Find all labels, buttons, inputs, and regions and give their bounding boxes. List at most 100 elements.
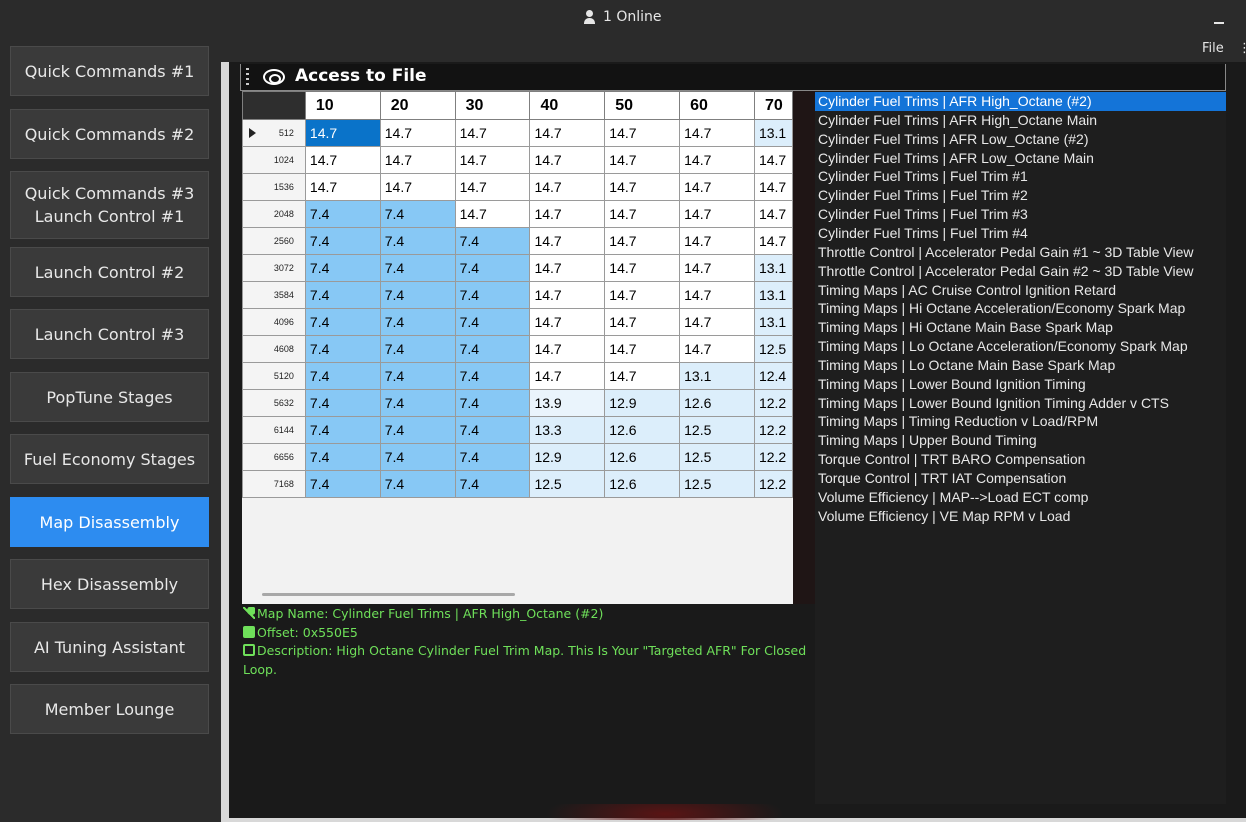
table-cell[interactable]: 14.7 (454, 173, 531, 201)
table-cell[interactable]: 12.5 (753, 335, 793, 363)
table-cell[interactable]: 12.4 (753, 362, 793, 390)
map-list-item[interactable]: Timing Maps | Lower Bound Ignition Timin… (815, 375, 1226, 394)
table-cell[interactable]: 14.7 (679, 173, 755, 201)
map-list-item[interactable]: Timing Maps | Hi Octane Main Base Spark … (815, 318, 1226, 337)
row-header[interactable]: 512 (242, 119, 306, 147)
table-cell[interactable]: 14.7 (529, 173, 606, 201)
table-cell[interactable]: 7.4 (454, 254, 531, 282)
table-cell[interactable]: 12.6 (604, 470, 681, 498)
drag-grip-icon[interactable] (246, 68, 249, 86)
table-cell[interactable]: 14.7 (529, 254, 606, 282)
table-cell[interactable]: 13.3 (529, 416, 606, 444)
table-cell[interactable]: 14.7 (679, 119, 755, 147)
table-cell[interactable]: 14.7 (529, 308, 606, 336)
table-cell[interactable]: 7.4 (454, 443, 531, 471)
horizontal-scrollbar[interactable] (242, 588, 793, 604)
map-list-item[interactable]: Timing Maps | Lower Bound Ignition Timin… (815, 394, 1226, 413)
map-list-item[interactable]: Torque Control | TRT IAT Compensation (815, 469, 1226, 488)
nav-map-disassembly[interactable]: Map Disassembly (10, 497, 209, 547)
table-cell[interactable]: 7.4 (304, 362, 381, 390)
table-cell[interactable]: 14.7 (604, 362, 681, 390)
table-cell[interactable]: 7.4 (304, 308, 381, 336)
table-cell[interactable]: 7.4 (379, 443, 456, 471)
map-list-item[interactable]: Timing Maps | Lo Octane Acceleration/Eco… (815, 337, 1226, 356)
row-header[interactable]: 6656 (242, 443, 306, 471)
map-table-area[interactable]: 10 20 30 40 50 60 70 512 14.7 14.7 14.7 14.7 14.7 14.… (242, 91, 793, 604)
row-header[interactable]: 4608 (242, 335, 306, 363)
table-cell[interactable]: 14.7 (529, 119, 606, 147)
table-cell[interactable]: 14.7 (379, 146, 456, 174)
table-row[interactable]: 6144 7.4 7.4 7.4 13.3 12.6 12.5 12.2 (242, 416, 793, 444)
row-header[interactable]: 1024 (242, 146, 306, 174)
table-cell[interactable]: 12.6 (604, 416, 681, 444)
table-cell[interactable]: 13.1 (679, 362, 755, 390)
splitter[interactable] (793, 91, 815, 604)
map-list-item[interactable]: Timing Maps | AC Cruise Control Ignition… (815, 281, 1226, 300)
table-cell[interactable]: 7.4 (454, 227, 531, 255)
table-cell[interactable]: 13.9 (529, 389, 606, 417)
table-cell[interactable]: 14.7 (604, 146, 681, 174)
row-header[interactable]: 3584 (242, 281, 306, 309)
table-cell[interactable]: 14.7 (679, 146, 755, 174)
file-menu[interactable]: File (1202, 41, 1224, 56)
table-cell[interactable]: 12.2 (753, 470, 793, 498)
table-cell[interactable]: 7.4 (304, 281, 381, 309)
table-cell[interactable]: 14.7 (529, 227, 606, 255)
table-cell[interactable]: 7.4 (454, 281, 531, 309)
table-cell[interactable]: 12.5 (679, 416, 755, 444)
map-list-item[interactable]: Volume Efficiency | MAP-->Load ECT comp (815, 488, 1226, 507)
table-row[interactable]: 1536 14.7 14.7 14.7 14.7 14.7 14.7 14.7 (242, 173, 793, 201)
table-cell[interactable]: 14.7 (679, 227, 755, 255)
table-cell[interactable]: 7.4 (454, 416, 531, 444)
table-cell[interactable]: 7.4 (379, 335, 456, 363)
nav-quick-commands-3-launch-control-1[interactable]: Quick Commands #3 Launch Control #1 (10, 171, 209, 239)
table-cell[interactable]: 14.7 (529, 146, 606, 174)
table-cell[interactable]: 14.7 (304, 146, 381, 174)
row-header[interactable]: 2560 (242, 227, 306, 255)
map-list-item[interactable]: Throttle Control | Accelerator Pedal Gai… (815, 243, 1226, 262)
table-cell[interactable]: 14.7 (679, 308, 755, 336)
table-cell[interactable]: 7.4 (379, 416, 456, 444)
map-list-item[interactable]: Cylinder Fuel Trims | AFR High_Octane (#… (815, 92, 1226, 111)
table-row[interactable]: 2048 7.4 7.4 14.7 14.7 14.7 14.7 14.7 (242, 200, 793, 228)
table-cell[interactable]: 12.6 (679, 389, 755, 417)
table-cell[interactable]: 7.4 (454, 362, 531, 390)
table-cell[interactable]: 12.2 (753, 443, 793, 471)
table-row[interactable]: 4096 7.4 7.4 7.4 14.7 14.7 14.7 13.1 (242, 308, 793, 336)
map-table[interactable]: 10 20 30 40 50 60 70 512 14.7 14.7 14.7 14.7 14.7 14.… (242, 91, 793, 498)
table-cell[interactable]: 7.4 (454, 470, 531, 498)
table-cell[interactable]: 7.4 (304, 227, 381, 255)
table-cell[interactable]: 7.4 (379, 227, 456, 255)
map-list-item[interactable]: Cylinder Fuel Trims | Fuel Trim #1 (815, 167, 1226, 186)
table-cell[interactable]: 14.7 (604, 308, 681, 336)
table-cell[interactable]: 14.7 (604, 200, 681, 228)
table-cell[interactable]: 7.4 (454, 389, 531, 417)
table-cell[interactable]: 14.7 (604, 119, 681, 147)
map-list-item[interactable]: Timing Maps | Lo Octane Main Base Spark … (815, 356, 1226, 375)
table-cell[interactable]: 14.7 (679, 335, 755, 363)
table-cell[interactable]: 14.7 (379, 173, 456, 201)
table-cell[interactable]: 14.7 (529, 200, 606, 228)
map-list-item[interactable]: Torque Control | TRT BARO Compensation (815, 450, 1226, 469)
table-cell[interactable]: 7.4 (379, 389, 456, 417)
map-list-item[interactable]: Volume Efficiency | VE Map RPM v Load (815, 507, 1226, 526)
table-cell[interactable]: 12.5 (679, 443, 755, 471)
table-cell[interactable]: 12.2 (753, 416, 793, 444)
table-cell[interactable]: 14.7 (304, 119, 381, 147)
table-cell[interactable]: 7.4 (304, 335, 381, 363)
table-row[interactable]: 1024 14.7 14.7 14.7 14.7 14.7 14.7 14.7 (242, 146, 793, 174)
row-header[interactable]: 1536 (242, 173, 306, 201)
map-list-item[interactable]: Cylinder Fuel Trims | Fuel Trim #3 (815, 205, 1226, 224)
table-row[interactable]: 512 14.7 14.7 14.7 14.7 14.7 14.7 13.1 (242, 119, 793, 147)
row-header[interactable]: 5632 (242, 389, 306, 417)
table-cell[interactable]: 14.7 (753, 200, 793, 228)
table-cell[interactable]: 14.7 (604, 281, 681, 309)
map-list-item[interactable]: Cylinder Fuel Trims | AFR Low_Octane Mai… (815, 149, 1226, 168)
table-cell[interactable]: 14.7 (529, 362, 606, 390)
nav-member-lounge[interactable]: Member Lounge (10, 684, 209, 734)
table-cell[interactable]: 14.7 (679, 200, 755, 228)
table-row[interactable]: 4608 7.4 7.4 7.4 14.7 14.7 14.7 12.5 (242, 335, 793, 363)
nav-hex-disassembly[interactable]: Hex Disassembly (10, 559, 209, 609)
table-cell[interactable]: 7.4 (304, 443, 381, 471)
table-cell[interactable]: 7.4 (379, 281, 456, 309)
